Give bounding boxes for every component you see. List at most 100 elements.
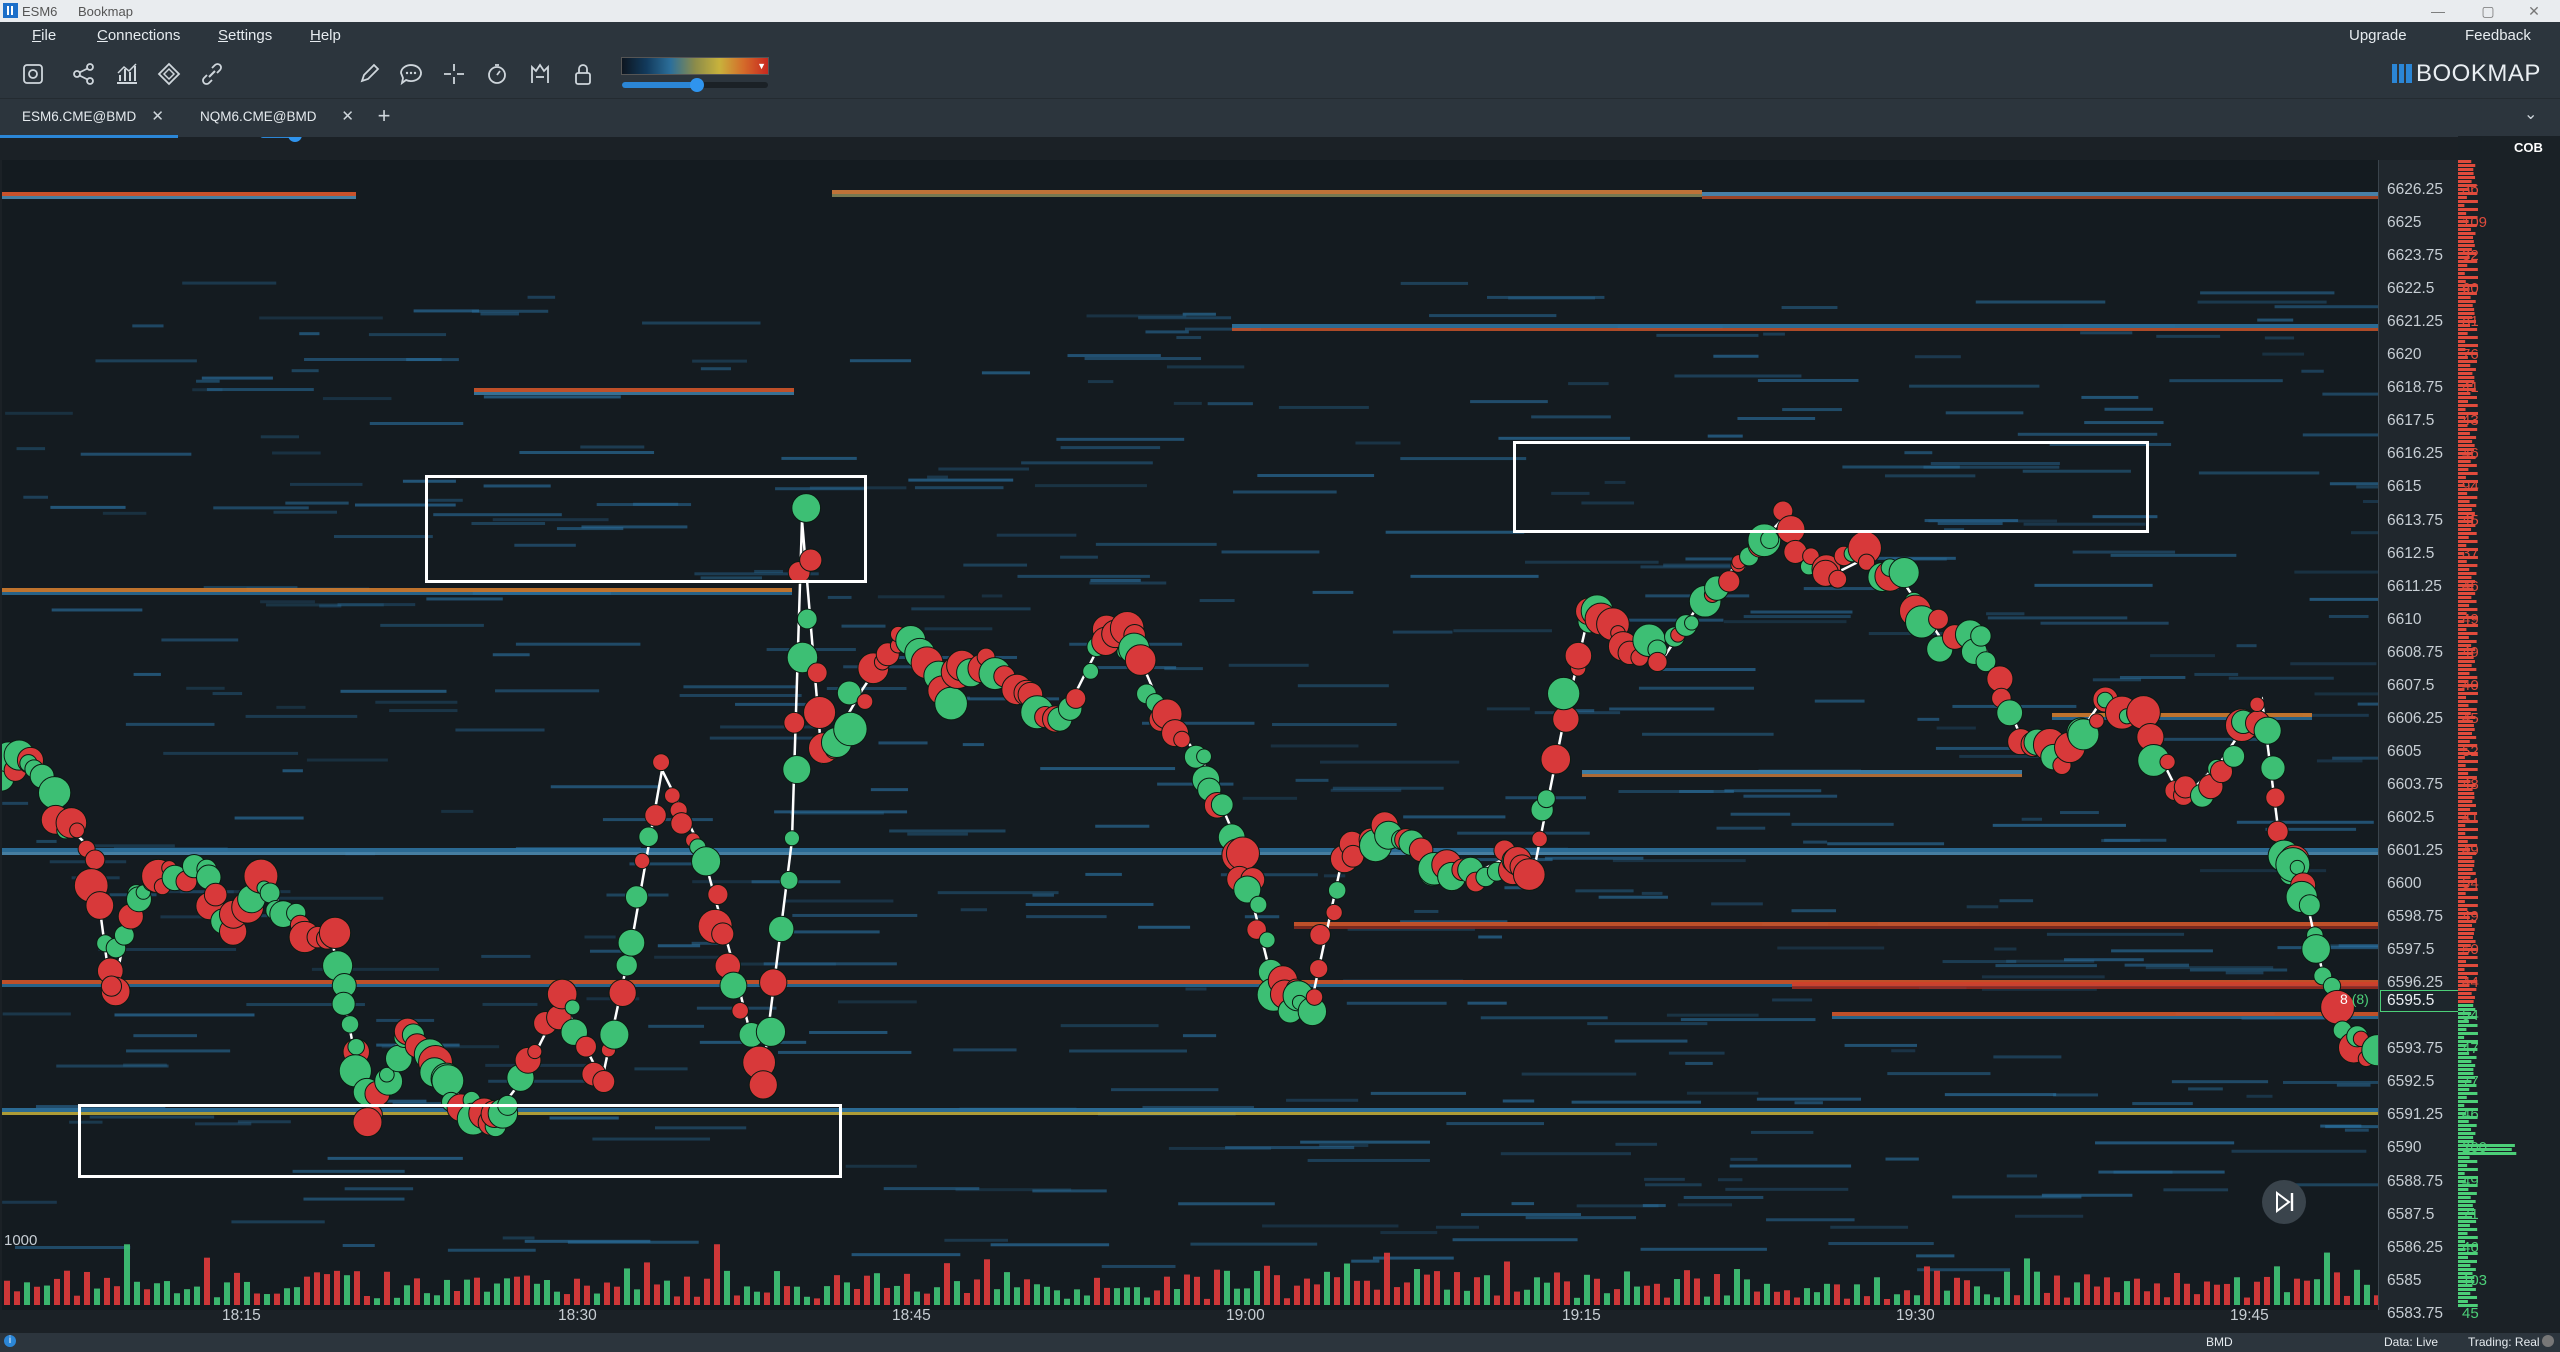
menu-connections[interactable]: Connections xyxy=(97,27,180,44)
volume-bar xyxy=(1974,1286,1980,1305)
cob-value: 45 xyxy=(2462,1304,2479,1322)
liquidity-speck xyxy=(273,510,338,514)
liquidity-speck xyxy=(1032,1189,1107,1193)
liquidity-speck xyxy=(375,700,458,704)
volume-bar xyxy=(1534,1277,1540,1305)
cob-bar xyxy=(2458,864,2475,867)
liquidity-speck xyxy=(524,1239,651,1243)
liquidity-speck xyxy=(1457,831,1590,835)
menu-help-mnemonic: H xyxy=(310,27,321,44)
trade-bubble xyxy=(615,954,638,977)
volume-bar xyxy=(574,1278,580,1305)
liquidity-speck xyxy=(1844,1043,1917,1047)
volume-bar xyxy=(764,1292,770,1305)
liquidity-speck xyxy=(1511,1202,1535,1206)
volume-bar xyxy=(1364,1280,1370,1305)
price-tick: 6592.5 xyxy=(2387,1073,2435,1091)
liquidity-speck xyxy=(1618,790,1714,794)
tab-nqm6[interactable]: NQM6.CME@BMD ✕ xyxy=(178,99,368,135)
close-window-icon[interactable]: ✕ xyxy=(2516,1,2552,21)
upgrade-link[interactable]: Upgrade xyxy=(2349,27,2407,44)
liquidity-band xyxy=(1582,774,2022,777)
feedback-link[interactable]: Feedback xyxy=(2465,27,2531,44)
liquidity-speck xyxy=(342,1244,375,1248)
cob-bar xyxy=(2458,172,2474,175)
cob-bar xyxy=(2458,768,2478,771)
liquidity-speck xyxy=(1756,1097,1861,1101)
trade-bubble xyxy=(1760,529,1780,549)
cob-bar xyxy=(2458,564,2478,567)
liquidity-speck xyxy=(1500,1152,1632,1156)
close-tab-icon[interactable]: ✕ xyxy=(151,99,164,135)
menu-settings[interactable]: Settings xyxy=(218,27,272,44)
collapse-panel-icon[interactable]: ⌄ xyxy=(2524,104,2537,124)
liquidity-speck xyxy=(2171,1080,2269,1084)
liquidity-band xyxy=(1232,328,2378,331)
liquidity-speck xyxy=(777,1050,912,1054)
chart-studies-icon[interactable] xyxy=(112,59,142,89)
liquidity-speck xyxy=(2156,334,2221,338)
volume-bar xyxy=(204,1257,210,1305)
minimize-icon[interactable]: — xyxy=(2420,1,2456,21)
screenshot-icon[interactable] xyxy=(18,59,48,89)
volume-bar xyxy=(4,1280,10,1305)
volume-bar xyxy=(64,1270,70,1305)
indicators-icon[interactable] xyxy=(525,59,555,89)
cob-value: 40 xyxy=(2462,676,2479,694)
volume-bar xyxy=(1324,1271,1330,1305)
volume-bar xyxy=(1024,1279,1030,1305)
liquidity-speck xyxy=(447,1248,536,1252)
cob-bar xyxy=(2458,604,2470,607)
volume-bar xyxy=(1714,1274,1720,1305)
info-icon[interactable]: i xyxy=(4,1335,16,1347)
cob-bar xyxy=(2458,500,2470,503)
heatmap-color-dropdown[interactable]: ▼ xyxy=(621,57,769,75)
comment-icon[interactable] xyxy=(396,59,426,89)
trade-bubble xyxy=(1173,730,1191,749)
volume-bar xyxy=(594,1293,600,1305)
liquidity-speck xyxy=(285,501,349,505)
tab-esm6[interactable]: ESM6.CME@BMD ✕ xyxy=(0,99,178,138)
liquidity-speck xyxy=(1207,402,1253,406)
pencil-icon[interactable] xyxy=(354,59,384,89)
maximize-icon[interactable]: ▢ xyxy=(2470,1,2506,21)
menu-help[interactable]: Help xyxy=(310,27,341,44)
liquidity-speck xyxy=(426,597,503,601)
cob-bar xyxy=(2458,468,2469,471)
replay-button[interactable] xyxy=(2262,1180,2306,1224)
liquidity-speck xyxy=(1498,436,1631,440)
volume-bar xyxy=(104,1277,110,1305)
timer-icon[interactable] xyxy=(482,59,512,89)
heatmap-range-slider[interactable] xyxy=(622,78,768,92)
volume-bar xyxy=(1824,1283,1830,1305)
volume-bar xyxy=(1344,1263,1350,1305)
current-size-paren: (8) xyxy=(2351,991,2369,1007)
volume-bar xyxy=(1074,1289,1080,1305)
volume-bar xyxy=(864,1275,870,1305)
liquidity-speck xyxy=(2080,331,2133,335)
liquidity-speck xyxy=(23,495,49,499)
menu-file[interactable]: File xyxy=(32,27,56,44)
cob-bar xyxy=(2458,168,2474,171)
link-icon[interactable] xyxy=(197,59,227,89)
price-tick: 6603.75 xyxy=(2387,775,2444,793)
liquidity-speck xyxy=(1400,281,1469,285)
volume-bar xyxy=(1174,1289,1180,1305)
close-tab-icon[interactable]: ✕ xyxy=(341,99,354,135)
liquidity-speck xyxy=(2194,672,2239,676)
volume-bar xyxy=(504,1278,510,1305)
liquidity-speck xyxy=(1480,1016,1608,1020)
cob-bar xyxy=(2458,1096,2467,1099)
volume-bar xyxy=(404,1285,410,1305)
layers-icon[interactable] xyxy=(154,59,184,89)
cob-bar xyxy=(2458,236,2474,239)
liquidity-speck xyxy=(2322,392,2378,396)
trade-bubble xyxy=(1325,903,1343,922)
crosshair-icon[interactable] xyxy=(439,59,469,89)
add-tab-button[interactable]: + xyxy=(372,104,396,128)
trade-bubble xyxy=(331,991,356,1016)
heatmap-chart[interactable] xyxy=(2,160,2378,1310)
share-icon[interactable] xyxy=(69,59,99,89)
lock-icon[interactable] xyxy=(568,59,598,89)
liquidity-speck xyxy=(938,467,1030,471)
